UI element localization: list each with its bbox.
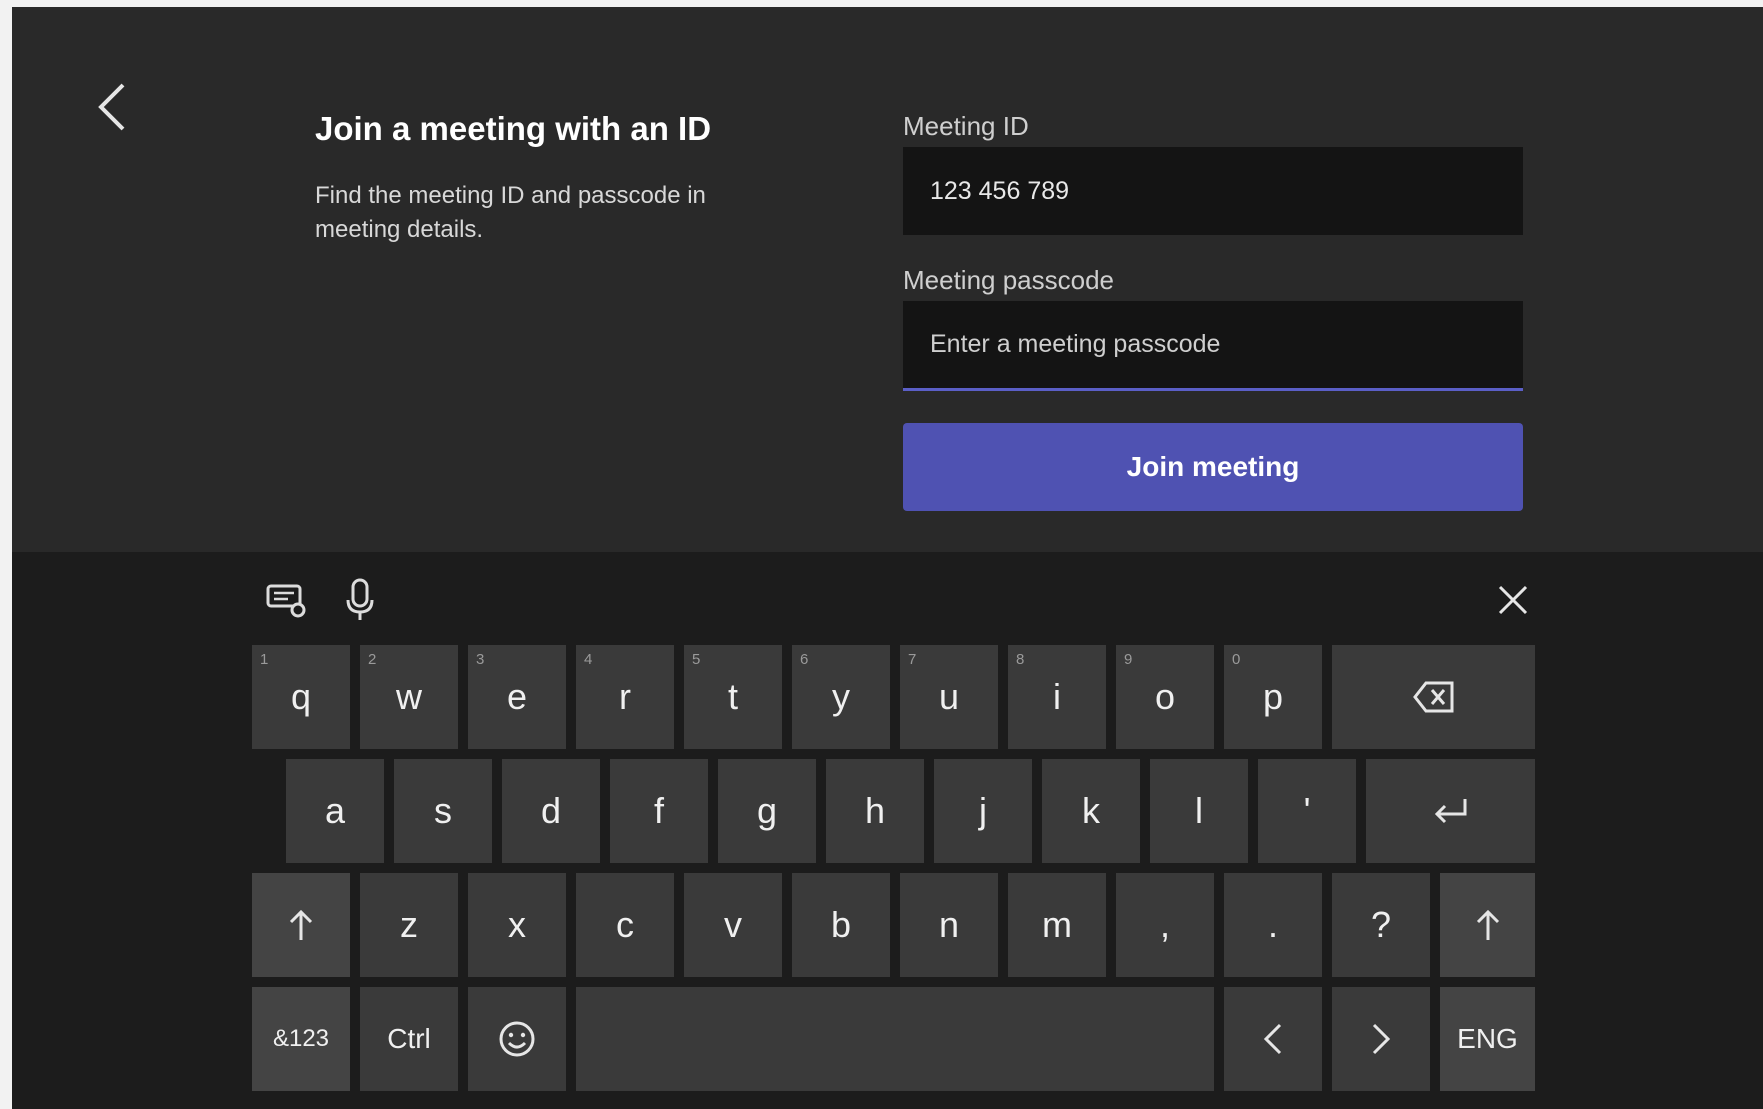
chevron-left-icon bbox=[98, 83, 125, 131]
key-emoji[interactable] bbox=[468, 987, 566, 1091]
dictation-button[interactable] bbox=[332, 572, 388, 628]
key-apostrophe[interactable]: ' bbox=[1258, 759, 1356, 863]
key-space[interactable] bbox=[576, 987, 1214, 1091]
key-symbols[interactable]: &123 bbox=[252, 987, 350, 1091]
keyboard-settings-button[interactable] bbox=[258, 572, 314, 628]
key-v[interactable]: v bbox=[684, 873, 782, 977]
passcode-label: Meeting passcode bbox=[903, 265, 1115, 295]
key-z[interactable]: z bbox=[360, 873, 458, 977]
key-e[interactable]: 3e bbox=[468, 645, 566, 749]
enter-icon bbox=[1434, 799, 1466, 824]
chevron-right-icon bbox=[1372, 1023, 1391, 1055]
meeting-id-input[interactable] bbox=[903, 147, 1523, 235]
page-title: Join a meeting with an ID bbox=[315, 110, 712, 147]
key-x[interactable]: x bbox=[468, 873, 566, 977]
key-a[interactable]: a bbox=[286, 759, 384, 863]
key-c[interactable]: c bbox=[576, 873, 674, 977]
key-t[interactable]: 5t bbox=[684, 645, 782, 749]
key-shift-right[interactable] bbox=[1440, 873, 1535, 977]
keyboard-settings-icon bbox=[266, 584, 306, 618]
key-p[interactable]: 0p bbox=[1224, 645, 1322, 749]
meeting-id-label: Meeting ID bbox=[903, 111, 1029, 141]
key-m[interactable]: m bbox=[1008, 873, 1106, 977]
key-u[interactable]: 7u bbox=[900, 645, 998, 749]
touch-keyboard: 1q 2w 3e 4r 5t 6y 7u 8i 9o 0p a s d f g … bbox=[12, 552, 1763, 1109]
key-backspace[interactable] bbox=[1332, 645, 1535, 749]
key-ctrl[interactable]: Ctrl bbox=[360, 987, 458, 1091]
key-w[interactable]: 2w bbox=[360, 645, 458, 749]
backspace-icon bbox=[1412, 681, 1453, 713]
microphone-icon bbox=[346, 578, 374, 620]
key-comma[interactable]: , bbox=[1116, 873, 1214, 977]
key-s[interactable]: s bbox=[394, 759, 492, 863]
key-language[interactable]: ENG bbox=[1440, 987, 1535, 1091]
key-b[interactable]: b bbox=[792, 873, 890, 977]
key-q[interactable]: 1q bbox=[252, 645, 350, 749]
key-g[interactable]: g bbox=[718, 759, 816, 863]
screen: Join a meeting with an ID Find the meeti… bbox=[12, 7, 1763, 1109]
shift-icon bbox=[289, 909, 313, 940]
key-y[interactable]: 6y bbox=[792, 645, 890, 749]
emoji-icon bbox=[499, 1021, 535, 1057]
back-button[interactable] bbox=[84, 75, 140, 139]
key-question[interactable]: ? bbox=[1332, 873, 1430, 977]
key-h[interactable]: h bbox=[826, 759, 924, 863]
key-n[interactable]: n bbox=[900, 873, 998, 977]
passcode-input[interactable] bbox=[903, 301, 1523, 391]
close-icon bbox=[1498, 585, 1528, 615]
key-o[interactable]: 9o bbox=[1116, 645, 1214, 749]
key-shift-left[interactable] bbox=[252, 873, 350, 977]
key-j[interactable]: j bbox=[934, 759, 1032, 863]
join-meeting-button[interactable]: Join meeting bbox=[903, 423, 1523, 511]
key-k[interactable]: k bbox=[1042, 759, 1140, 863]
chevron-left-icon bbox=[1263, 1023, 1282, 1055]
key-enter[interactable] bbox=[1366, 759, 1535, 863]
key-d[interactable]: d bbox=[502, 759, 600, 863]
key-i[interactable]: 8i bbox=[1008, 645, 1106, 749]
key-f[interactable]: f bbox=[610, 759, 708, 863]
key-l[interactable]: l bbox=[1150, 759, 1248, 863]
page-description: Find the meeting ID and passcode in meet… bbox=[315, 182, 706, 243]
shift-icon bbox=[1476, 909, 1499, 940]
key-cursor-left[interactable] bbox=[1224, 987, 1322, 1091]
key-r[interactable]: 4r bbox=[576, 645, 674, 749]
close-keyboard-button[interactable] bbox=[1485, 572, 1541, 628]
key-period[interactable]: . bbox=[1224, 873, 1322, 977]
key-cursor-right[interactable] bbox=[1332, 987, 1430, 1091]
